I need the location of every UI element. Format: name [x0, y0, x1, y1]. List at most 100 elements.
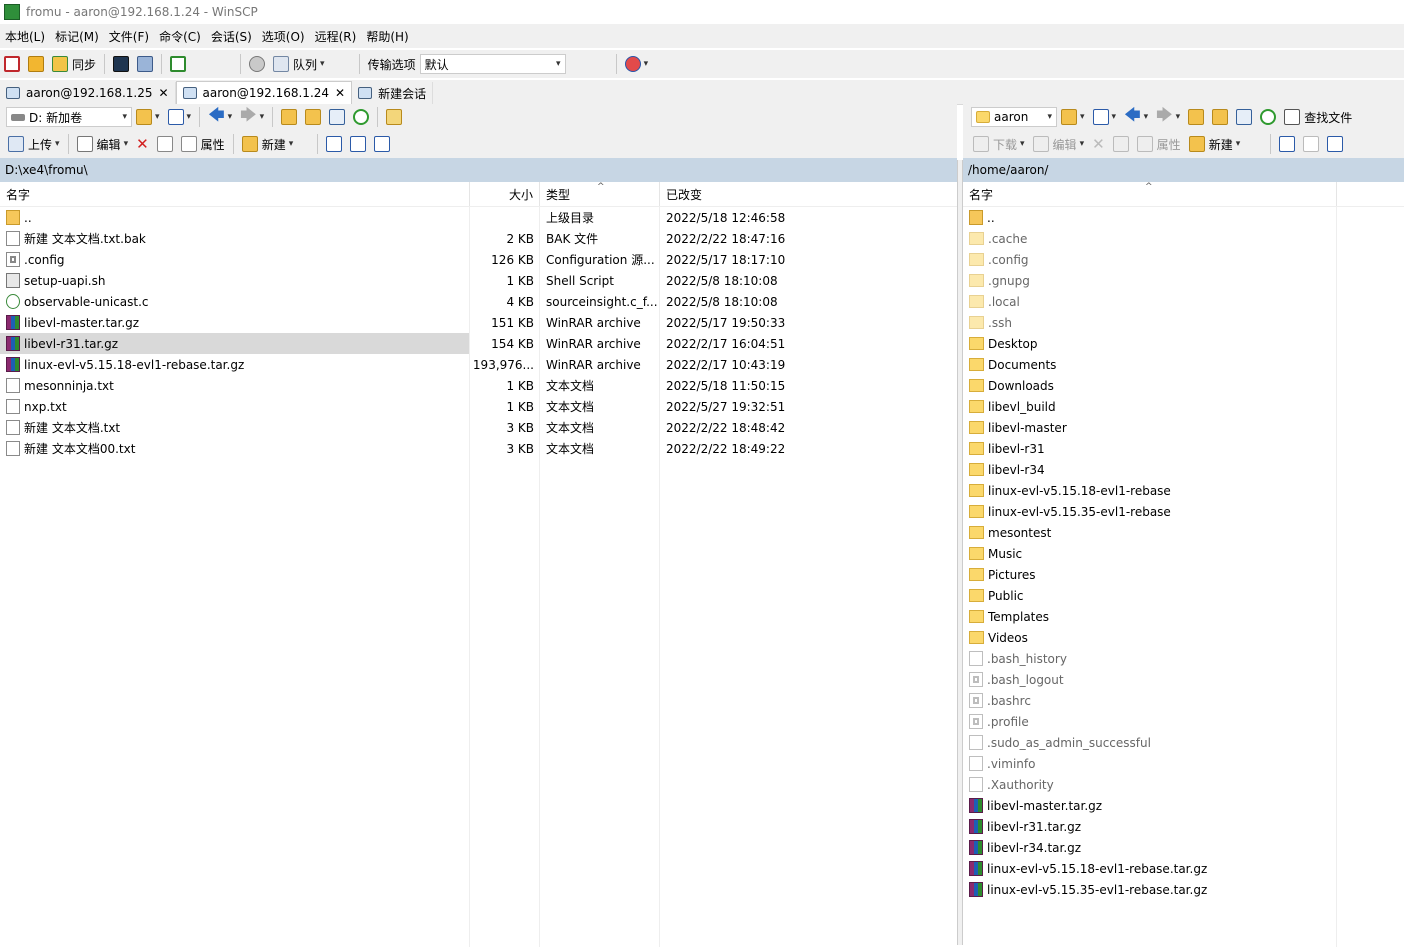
synchronize-browsing-button[interactable] [26, 53, 46, 75]
table-row[interactable]: .config 126 KB Configuration 源... 2022/5… [0, 249, 957, 270]
local-filter-button[interactable] [166, 106, 194, 128]
table-row[interactable]: observable-unicast.c 4 KB sourceinsight.… [0, 291, 957, 312]
local-deselect-button[interactable] [348, 133, 368, 155]
compare-dirs-button[interactable] [2, 53, 22, 75]
local-back-button[interactable]: 🡄 [206, 105, 234, 128]
menu-options[interactable]: 选项(O) [257, 28, 310, 45]
table-row[interactable]: mesonninja.txt 1 KB 文本文档 2022/5/18 11:50… [0, 375, 957, 396]
table-row[interactable]: setup-uapi.sh 1 KB Shell Script 2022/5/8… [0, 270, 957, 291]
local-filter-select-button[interactable] [372, 133, 392, 155]
local-properties-button[interactable]: 属性 [179, 133, 227, 155]
close-tab-icon[interactable]: ✕ [158, 86, 168, 100]
table-row[interactable]: .. [963, 207, 1404, 228]
local-select-all-button[interactable] [324, 133, 344, 155]
download-button[interactable]: 下载 [971, 133, 1027, 155]
table-row[interactable]: Pictures [963, 564, 1404, 585]
putty-button[interactable] [135, 53, 155, 75]
table-row[interactable]: .bash_logout [963, 669, 1404, 690]
local-new-button[interactable]: 新建 [240, 133, 296, 155]
local-forward-button[interactable]: 🡆 [238, 105, 266, 128]
table-row[interactable]: mesontest [963, 522, 1404, 543]
table-row[interactable]: Videos [963, 627, 1404, 648]
table-row[interactable]: linux-evl-v5.15.18-evl1-rebase [963, 480, 1404, 501]
table-row[interactable]: libevl-master [963, 417, 1404, 438]
table-row[interactable]: 新建 文本文档.txt.bak 2 KB BAK 文件 2022/2/22 18… [0, 228, 957, 249]
remote-dir-select[interactable]: aaron [971, 107, 1057, 127]
table-row[interactable]: .Xauthority [963, 774, 1404, 795]
menu-command[interactable]: 命令(C) [154, 28, 206, 45]
table-row[interactable]: linux-evl-v5.15.18-evl1-rebase.tar.gz 19… [0, 354, 957, 375]
local-rename-button[interactable] [155, 133, 175, 155]
local-delete-button[interactable]: ✕ [134, 133, 151, 155]
remote-delete-button[interactable]: ✕ [1090, 133, 1107, 155]
local-open-dir-button[interactable] [134, 106, 162, 128]
table-row[interactable]: .profile [963, 711, 1404, 732]
table-row[interactable]: libevl-master.tar.gz 151 KB WinRAR archi… [0, 312, 957, 333]
table-row[interactable]: Public [963, 585, 1404, 606]
table-row[interactable]: .viminfo [963, 753, 1404, 774]
table-row[interactable]: Desktop [963, 333, 1404, 354]
remote-filter-select-button[interactable] [1325, 133, 1345, 155]
table-row[interactable]: .. 上级目录 2022/5/18 12:46:58 [0, 207, 957, 228]
table-row[interactable]: Templates [963, 606, 1404, 627]
remote-rename-button[interactable] [1111, 133, 1131, 155]
queue-button[interactable]: 队列 [271, 53, 327, 75]
remote-properties-button[interactable]: 属性 [1135, 133, 1183, 155]
menu-file[interactable]: 文件(F) [104, 28, 154, 45]
transfer-settings-select[interactable]: 默认 [419, 54, 566, 74]
table-row[interactable]: .ssh [963, 312, 1404, 333]
remote-deselect-button[interactable] [1301, 133, 1321, 155]
refresh-session-button[interactable] [168, 53, 188, 75]
table-row[interactable]: libevl-r34.tar.gz [963, 837, 1404, 858]
remote-back-button[interactable]: 🡄 [1122, 105, 1150, 128]
remote-root-dir-button[interactable] [1210, 106, 1230, 128]
local-drive-select[interactable]: D: 新加卷 [6, 107, 132, 127]
local-col-size[interactable]: 大小 [470, 182, 540, 206]
table-row[interactable]: .cache [963, 228, 1404, 249]
table-row[interactable]: Music [963, 543, 1404, 564]
remote-open-dir-button[interactable] [1059, 106, 1087, 128]
remote-home-button[interactable] [1234, 106, 1254, 128]
table-row[interactable]: libevl_build [963, 396, 1404, 417]
menu-local[interactable]: 本地(L) [0, 28, 50, 45]
table-row[interactable]: 新建 文本文档00.txt 3 KB 文本文档 2022/2/22 18:49:… [0, 438, 957, 459]
table-row[interactable]: libevl-r34 [963, 459, 1404, 480]
local-parent-dir-button[interactable] [279, 106, 299, 128]
remote-filter-button[interactable] [1091, 106, 1119, 128]
remote-parent-dir-button[interactable] [1186, 106, 1206, 128]
tab-session-24[interactable]: aaron@192.168.1.24 ✕ [175, 81, 353, 104]
local-home-button[interactable] [327, 106, 347, 128]
table-row[interactable]: 新建 文本文档.txt 3 KB 文本文档 2022/2/22 18:48:42 [0, 417, 957, 438]
local-path-bar[interactable]: D:\xe4\fromu\ [0, 158, 957, 182]
table-row[interactable]: linux-evl-v5.15.35-evl1-rebase [963, 501, 1404, 522]
menu-help[interactable]: 帮助(H) [361, 28, 413, 45]
remote-new-button[interactable]: 新建 [1187, 133, 1243, 155]
menu-session[interactable]: 会话(S) [206, 28, 257, 45]
table-row[interactable]: libevl-r31.tar.gz [963, 816, 1404, 837]
table-row[interactable]: .local [963, 291, 1404, 312]
table-row-selected[interactable]: libevl-r31.tar.gz 154 KB WinRAR archive … [0, 333, 957, 354]
table-row[interactable]: linux-evl-v5.15.18-evl1-rebase.tar.gz [963, 858, 1404, 879]
table-row[interactable]: Documents [963, 354, 1404, 375]
preferences-button[interactable] [247, 53, 267, 75]
tab-session-25[interactable]: aaron@192.168.1.25 ✕ [0, 82, 176, 104]
table-row[interactable]: .gnupg [963, 270, 1404, 291]
terminal-button[interactable] [111, 53, 131, 75]
local-root-dir-button[interactable] [303, 106, 323, 128]
table-row[interactable]: .bashrc [963, 690, 1404, 711]
remote-refresh-button[interactable] [1258, 106, 1278, 128]
close-tab-icon[interactable]: ✕ [335, 86, 345, 100]
remote-edit-button[interactable]: 编辑 [1031, 133, 1087, 155]
table-row[interactable]: .bash_history [963, 648, 1404, 669]
menu-remote[interactable]: 远程(R) [310, 28, 362, 45]
table-row[interactable]: linux-evl-v5.15.35-evl1-rebase.tar.gz [963, 879, 1404, 900]
local-tree-button[interactable] [384, 106, 404, 128]
local-col-name[interactable]: 名字 [0, 182, 470, 206]
table-row[interactable]: .config [963, 249, 1404, 270]
menu-mark[interactable]: 标记(M) [50, 28, 104, 45]
local-edit-button[interactable]: 编辑 [75, 133, 131, 155]
table-row[interactable]: libevl-master.tar.gz [963, 795, 1404, 816]
local-refresh-button[interactable] [351, 106, 371, 128]
table-row[interactable]: libevl-r31 [963, 438, 1404, 459]
find-files-button[interactable]: 查找文件 [1282, 106, 1354, 128]
